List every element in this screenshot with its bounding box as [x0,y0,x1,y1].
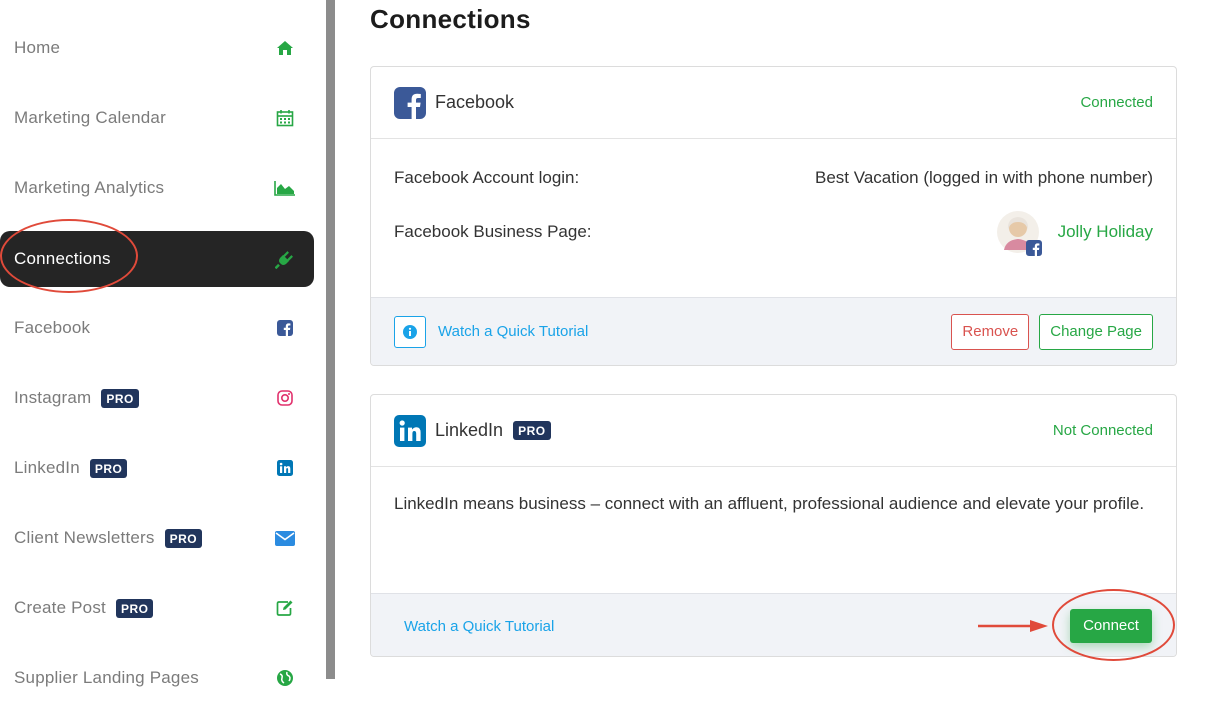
instagram-icon [274,387,296,409]
account-login-value: Best Vacation (logged in with phone numb… [815,168,1153,187]
connect-button[interactable]: Connect [1070,609,1152,643]
card-footer: Watch a Quick Tutorial Connect [371,593,1176,656]
linkedin-connection-card: LinkedIn PRO Not Connected LinkedIn mean… [370,394,1177,657]
pro-badge: PRO [115,598,154,618]
sidebar-item-create-post[interactable]: Create Post PRO [0,580,314,636]
status-badge: Connected [1080,94,1153,111]
business-page-link[interactable]: Jolly Holiday [1058,222,1153,242]
sidebar-item-supplier-landing-pages[interactable]: Supplier Landing Pages [0,650,314,706]
sidebar-item-label: Marketing Calendar [14,108,166,127]
globe-icon [274,667,296,689]
sidebar-item-label: LinkedIn [14,458,80,477]
sidebar-item-label: Supplier Landing Pages [14,668,199,687]
card-header: LinkedIn PRO Not Connected [371,395,1176,467]
sidebar-item-marketing-calendar[interactable]: Marketing Calendar [0,90,314,146]
business-page-row: Facebook Business Page: Jolly Holiday [394,211,1153,256]
info-icon [403,324,417,339]
sidebar-item-label: Create Post [14,598,106,617]
sidebar-item-label: Instagram [14,388,92,407]
sidebar-item-client-newsletters[interactable]: Client Newsletters PRO [0,510,314,566]
pro-badge: PRO [164,528,203,548]
change-page-button[interactable]: Change Page [1039,313,1153,350]
sidebar-divider [326,0,335,679]
footer-actions: Remove Change Page [951,313,1153,350]
sidebar-item-instagram[interactable]: Instagram PRO [0,370,314,426]
pro-badge: PRO [101,388,139,408]
sidebar-item-label: Client Newsletters [14,528,155,547]
account-login-row: Facebook Account login: Best Vacation (l… [394,163,1153,193]
status-badge: Not Connected [1052,422,1153,439]
edit-icon [274,597,296,619]
linkedin-logo-icon [394,414,426,447]
card-description: LinkedIn means business – connect with a… [394,494,1145,513]
sidebar: Home Marketing Calendar Marketing Analyt… [0,0,326,687]
sidebar-item-label: Marketing Analytics [14,178,165,197]
watch-tutorial-link[interactable]: Watch a Quick Tutorial [438,323,588,340]
sidebar-item-linkedin[interactable]: LinkedIn PRO [0,440,314,496]
remove-button[interactable]: Remove [951,313,1030,350]
facebook-logo-icon [394,86,426,119]
linkedin-icon [274,457,296,479]
account-login-label: Facebook Account login: [394,168,580,187]
sidebar-item-label: Facebook [14,318,91,337]
sidebar-item-connections[interactable]: Connections [0,231,314,287]
sidebar-item-marketing-analytics[interactable]: Marketing Analytics [0,160,314,216]
card-title: Facebook [435,92,515,112]
business-page-value: Jolly Holiday [996,210,1153,256]
page-title: Connections [370,4,531,34]
sidebar-item-home[interactable]: Home [0,20,314,76]
home-icon [274,37,296,59]
info-button[interactable] [394,315,426,348]
card-header: Facebook Connected [371,67,1176,139]
facebook-icon [274,317,296,339]
footer-actions: Connect [978,609,1152,643]
sidebar-item-label: Home [14,38,61,57]
card-title: LinkedIn [435,420,504,440]
avatar [996,210,1042,256]
calendar-icon [274,107,296,129]
pro-badge: PRO [89,458,128,478]
pro-badge: PRO [513,421,551,440]
arrow-annotation-icon [978,620,1048,632]
sidebar-item-label: Connections [14,249,111,268]
sidebar-item-facebook[interactable]: Facebook [0,300,314,356]
plug-icon [274,248,296,270]
watch-tutorial-link[interactable]: Watch a Quick Tutorial [404,618,554,635]
envelope-icon [274,527,296,549]
facebook-connection-card: Facebook Connected Facebook Account logi… [370,66,1177,366]
area-chart-icon [274,177,296,199]
card-body: Facebook Account login: Best Vacation (l… [371,139,1176,297]
business-page-label: Facebook Business Page: [394,222,592,241]
card-footer: Watch a Quick Tutorial Remove Change Pag… [371,297,1176,365]
